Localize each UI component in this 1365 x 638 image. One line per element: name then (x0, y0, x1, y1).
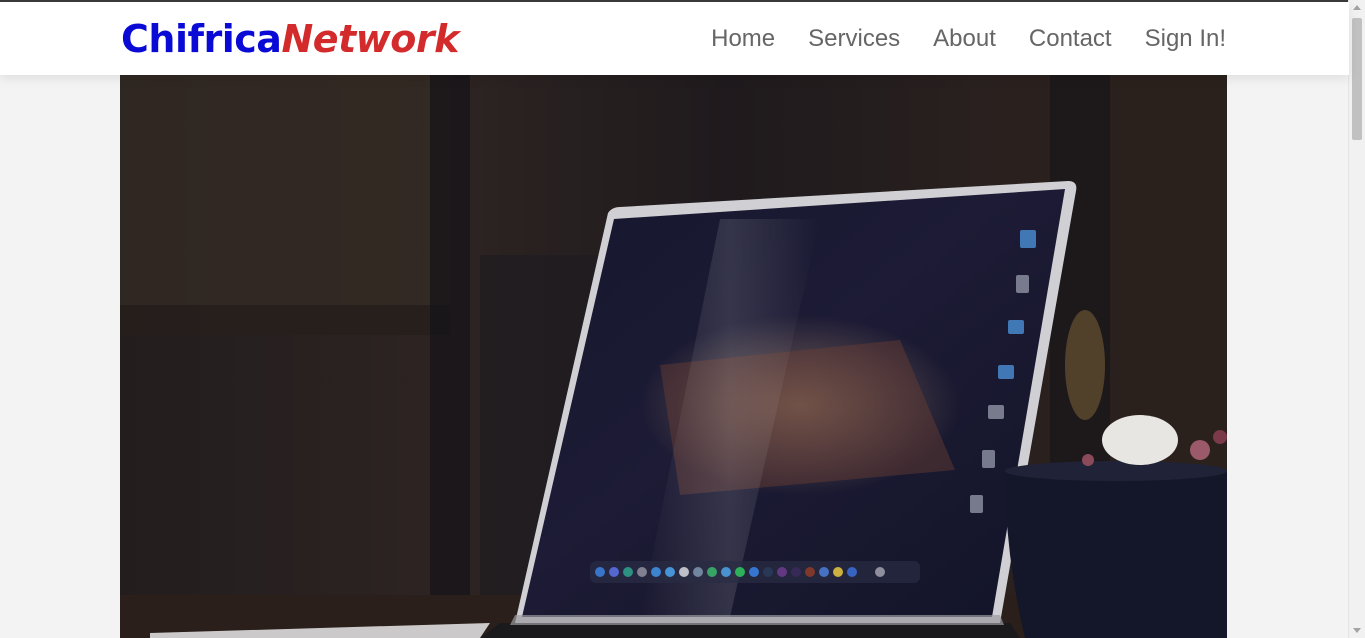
brand-part-2: Network (281, 17, 459, 61)
scroll-up-icon[interactable] (1353, 5, 1361, 10)
nav-home-link[interactable]: Home (711, 24, 775, 54)
brand-part-1: Chifrica (121, 17, 282, 61)
nav-signin-link[interactable]: Sign In! (1145, 24, 1226, 54)
main-nav: Home Services About Contact Sign In! (711, 24, 1226, 54)
scrollbar-thumb[interactable] (1352, 18, 1362, 140)
laptop-photo-icon (120, 75, 1227, 638)
page-scrollbar[interactable] (1348, 0, 1365, 638)
nav-about-link[interactable]: About (933, 24, 996, 54)
hero-image (120, 75, 1227, 638)
navbar: ChifricaNetwork Home Services About Cont… (0, 2, 1349, 75)
nav-services-link[interactable]: Services (808, 24, 900, 54)
brand-logo[interactable]: ChifricaNetwork (121, 16, 459, 62)
scroll-down-icon[interactable] (1353, 628, 1361, 633)
nav-contact-link[interactable]: Contact (1029, 24, 1112, 54)
